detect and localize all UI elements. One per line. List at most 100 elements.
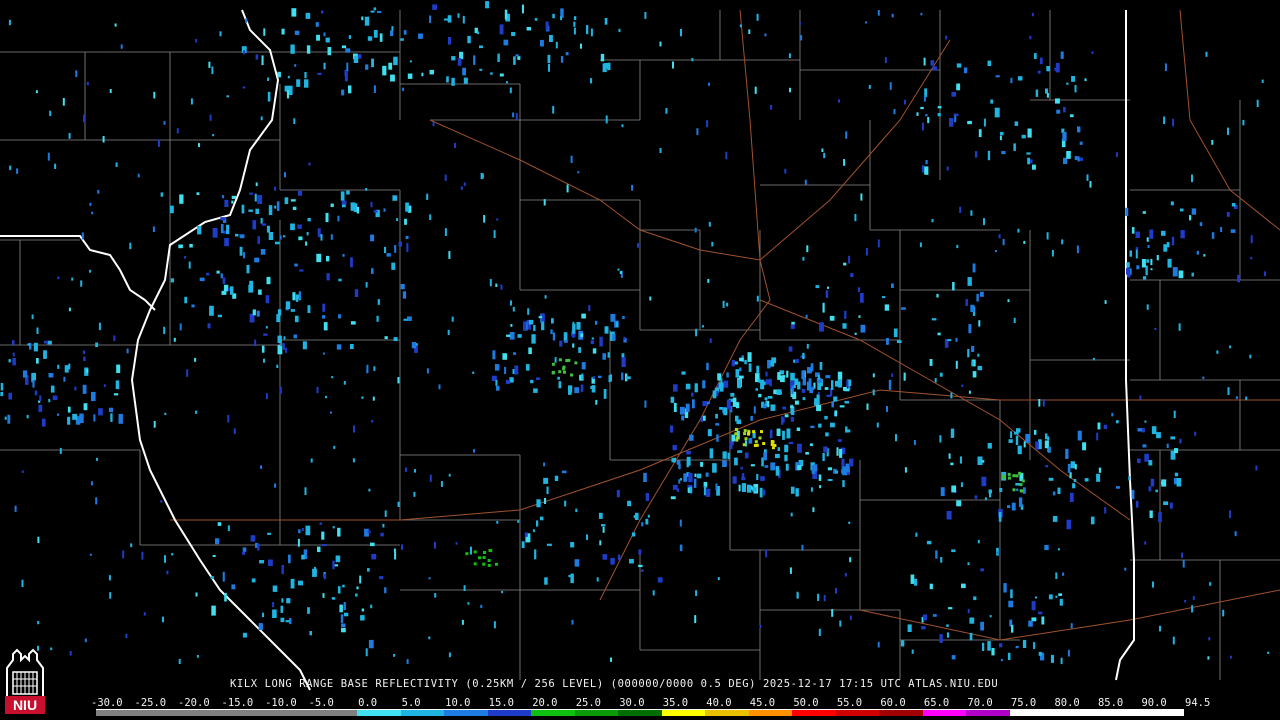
echo-cell (877, 10, 880, 16)
echo-cell (544, 577, 548, 585)
echo-cell (1089, 181, 1092, 188)
echo-cell (1166, 242, 1170, 248)
echo-cell (916, 112, 919, 116)
echo-cell (1124, 567, 1127, 571)
echo-cell (1154, 327, 1157, 330)
echo-cell (505, 379, 509, 384)
echo-cell (896, 340, 902, 343)
echo-cell (913, 440, 916, 446)
echo-cell (557, 376, 560, 380)
echo-cell (638, 549, 642, 555)
echo-cell (581, 313, 586, 319)
echo-cell (284, 172, 286, 178)
echo-cell (839, 449, 843, 458)
echo-cell (1179, 438, 1182, 444)
echo-cell (90, 481, 93, 486)
echo-cell (1267, 651, 1270, 654)
echo-cell (843, 262, 847, 266)
echo-cell (1070, 461, 1075, 469)
echo-cell (492, 350, 496, 360)
echo-cell (830, 422, 835, 428)
echo-cell (578, 347, 582, 353)
echo-cell (673, 384, 678, 392)
echo-cell (735, 415, 739, 422)
echo-cell (493, 230, 496, 238)
echo-cell (388, 62, 393, 70)
echo-cell (595, 399, 598, 405)
echo-cell (1042, 399, 1045, 407)
echo-cell (281, 598, 284, 603)
echo-cell (199, 277, 205, 282)
scale-label: 15.0 (488, 697, 514, 709)
echo-cell (62, 98, 65, 106)
echo-cell (824, 415, 828, 420)
echo-cell (822, 302, 825, 313)
echo-cell (305, 12, 311, 19)
echo-cell (338, 278, 342, 282)
echo-cell (221, 290, 227, 295)
scale-label: 94.5 (1185, 697, 1211, 709)
echo-cell (1027, 157, 1030, 165)
echo-cell (179, 194, 184, 204)
scale-swatch (183, 710, 227, 716)
echo-cell (755, 388, 758, 391)
echo-cell (1115, 152, 1118, 157)
echo-cell (1007, 652, 1011, 660)
echo-cell (108, 575, 111, 581)
echo-cell (819, 362, 823, 370)
echo-cell (467, 602, 470, 605)
echo-cell (919, 242, 922, 248)
echo-cell (726, 372, 729, 378)
echo-cell (239, 234, 245, 239)
echo-cell (752, 430, 756, 434)
echo-cell (743, 429, 747, 433)
echo-cell (799, 22, 802, 25)
echo-cell (817, 593, 820, 601)
logo-text: NIU (13, 697, 37, 713)
echo-cell (393, 56, 398, 66)
echo-cell (685, 403, 690, 412)
echo-cell (1250, 235, 1253, 244)
echo-cell (459, 51, 464, 60)
echo-cell (670, 396, 675, 403)
echo-cell (405, 202, 409, 212)
echo-cell (937, 106, 942, 109)
echo-cell (788, 53, 791, 58)
echo-cell (259, 560, 264, 564)
echo-cell (84, 638, 87, 643)
scale-swatch (574, 710, 619, 716)
echo-cell (398, 241, 402, 247)
echo-cell (877, 641, 880, 648)
echo-cell (1023, 441, 1026, 448)
echo-cell (827, 467, 833, 471)
echo-cell (125, 633, 128, 639)
echo-cell (266, 225, 270, 233)
echo-cell (208, 61, 211, 68)
echo-cell (612, 334, 616, 341)
echo-cell (274, 205, 277, 209)
echo-cell (1003, 583, 1007, 593)
echo-cell (322, 352, 325, 355)
echo-cell (738, 484, 741, 492)
echo-cell (321, 10, 324, 14)
echo-cell (1191, 605, 1194, 613)
echo-cell (987, 443, 992, 449)
echo-cell (904, 467, 907, 473)
echo-cell (770, 462, 776, 471)
echo-cell (767, 396, 773, 399)
echo-cell (1135, 231, 1140, 238)
echo-cell (818, 423, 822, 428)
scale-swatch (531, 710, 575, 716)
echo-cell (590, 28, 593, 37)
echo-cell (243, 50, 246, 55)
echo-cell (750, 464, 755, 467)
echo-cell (414, 469, 416, 473)
echo-cell (842, 323, 847, 329)
echo-cell (558, 370, 562, 374)
echo-cell (478, 556, 481, 560)
echo-cell (517, 56, 521, 60)
echo-cell (1126, 262, 1130, 268)
echo-cell (361, 16, 364, 21)
scale-swatch (1009, 710, 1054, 716)
echo-cell (974, 151, 978, 158)
